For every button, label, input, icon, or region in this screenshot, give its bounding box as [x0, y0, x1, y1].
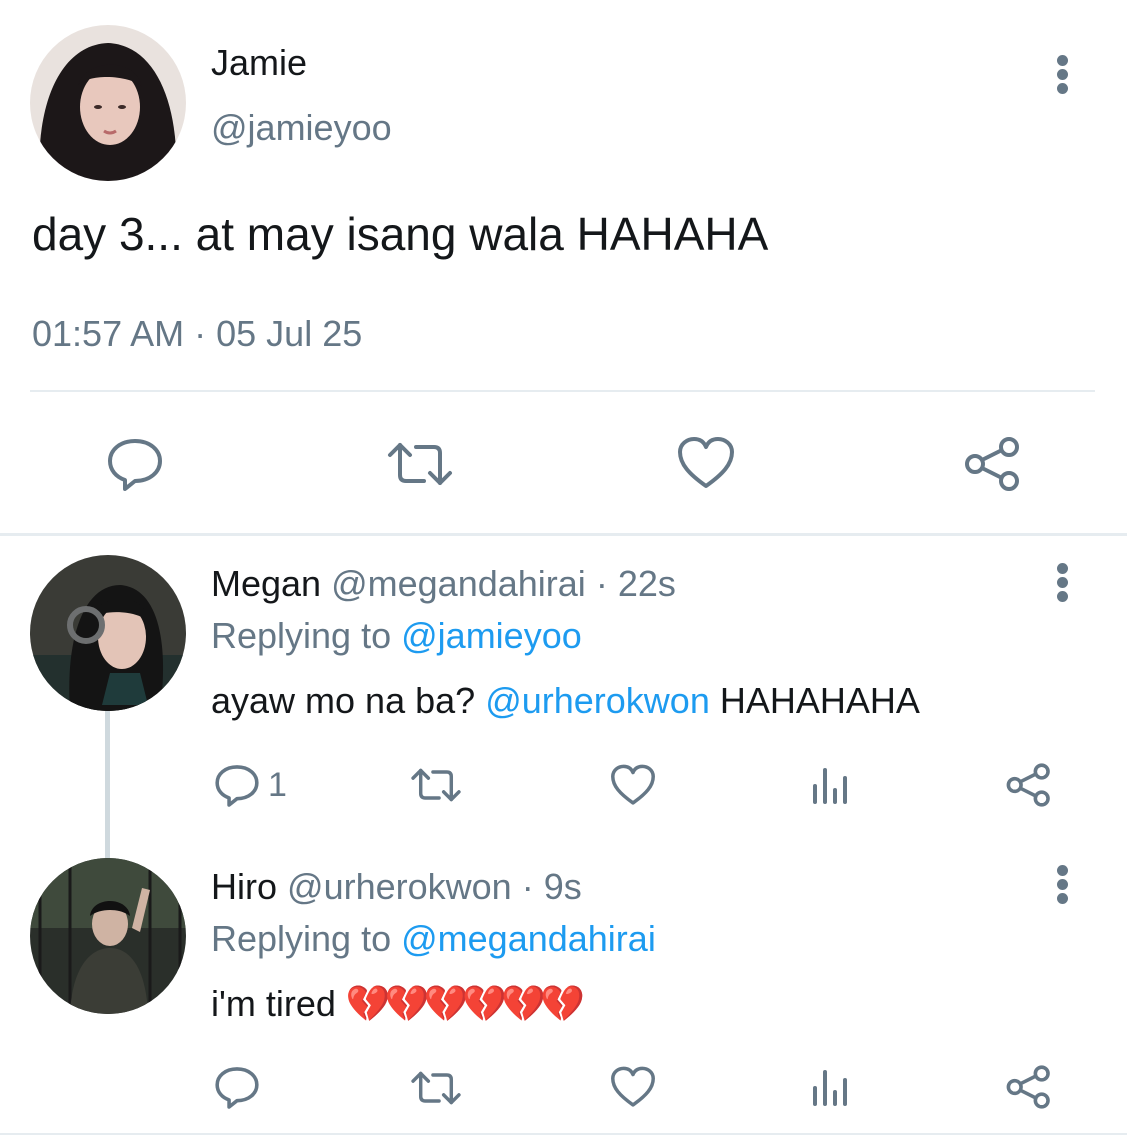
more-options-icon[interactable] — [1053, 865, 1073, 905]
reply-age: 22s — [617, 563, 676, 604]
meta-separator: · — [595, 563, 608, 604]
meta-separator: · — [521, 866, 534, 907]
retweet-icon[interactable] — [386, 441, 454, 487]
broken-heart-emoji: 💔💔💔💔💔💔 — [345, 983, 585, 1024]
reply-text-part: ayaw mo na ba? — [211, 680, 476, 721]
share-icon[interactable] — [1005, 1064, 1053, 1110]
section-separator — [0, 533, 1127, 536]
retweet-icon[interactable] — [410, 767, 462, 803]
share-icon[interactable] — [963, 435, 1023, 493]
avatar-hiro[interactable] — [30, 858, 186, 1014]
reply-icon[interactable] — [214, 763, 260, 809]
reply-header: Megan @megandahirai · 22s — [211, 563, 676, 605]
retweet-icon[interactable] — [410, 1070, 462, 1106]
avatar-megan[interactable] — [30, 555, 186, 711]
analytics-icon[interactable] — [810, 1066, 850, 1108]
more-options-icon[interactable] — [1053, 563, 1073, 603]
replying-to-label: Replying to — [211, 615, 392, 656]
author-handle[interactable]: @megandahirai — [331, 563, 586, 604]
analytics-icon[interactable] — [810, 764, 850, 806]
reply-count: 1 — [268, 766, 287, 804]
reply-header: Hiro @urherokwon · 9s — [211, 866, 582, 908]
like-icon[interactable] — [677, 436, 735, 490]
reply-icon[interactable] — [106, 437, 164, 493]
like-icon[interactable] — [610, 1066, 656, 1108]
reply-icon[interactable] — [214, 1065, 260, 1111]
author-name[interactable]: Jamie — [211, 42, 307, 84]
like-icon[interactable] — [610, 764, 656, 806]
tweet-timestamp: 01:57 AM · 05 Jul 25 — [32, 313, 362, 355]
replying-to: Replying to @megandahirai — [211, 918, 656, 960]
reply-text-part: i'm tired — [211, 983, 336, 1024]
reply-text: ayaw mo na ba? @urherokwon HAHAHAHA — [211, 680, 920, 722]
divider — [30, 390, 1095, 392]
replying-to-handle[interactable]: @jamieyoo — [401, 615, 582, 656]
reply-age: 9s — [543, 866, 582, 907]
tweet-time: 01:57 AM — [32, 313, 185, 354]
replying-to-handle[interactable]: @megandahirai — [401, 918, 656, 959]
reply-text-part: HAHAHAHA — [719, 680, 920, 721]
mention-link[interactable]: @urherokwon — [485, 680, 710, 721]
share-icon[interactable] — [1005, 762, 1053, 808]
author-handle[interactable]: @jamieyoo — [211, 107, 392, 149]
avatar-jamie[interactable] — [30, 25, 186, 181]
divider — [0, 1133, 1127, 1135]
author-handle[interactable]: @urherokwon — [287, 866, 512, 907]
reply-text: i'm tired 💔💔💔💔💔💔 — [211, 983, 585, 1025]
replying-to: Replying to @jamieyoo — [211, 615, 582, 657]
replying-to-label: Replying to — [211, 918, 392, 959]
tweet-date: 05 Jul 25 — [216, 313, 363, 354]
more-options-icon[interactable] — [1053, 55, 1073, 95]
tweet-text: day 3... at may isang wala HAHAHA — [32, 208, 769, 260]
thread-line — [105, 710, 110, 860]
author-name[interactable]: Hiro — [211, 866, 277, 907]
author-name[interactable]: Megan — [211, 563, 321, 604]
meta-separator: · — [194, 313, 207, 354]
